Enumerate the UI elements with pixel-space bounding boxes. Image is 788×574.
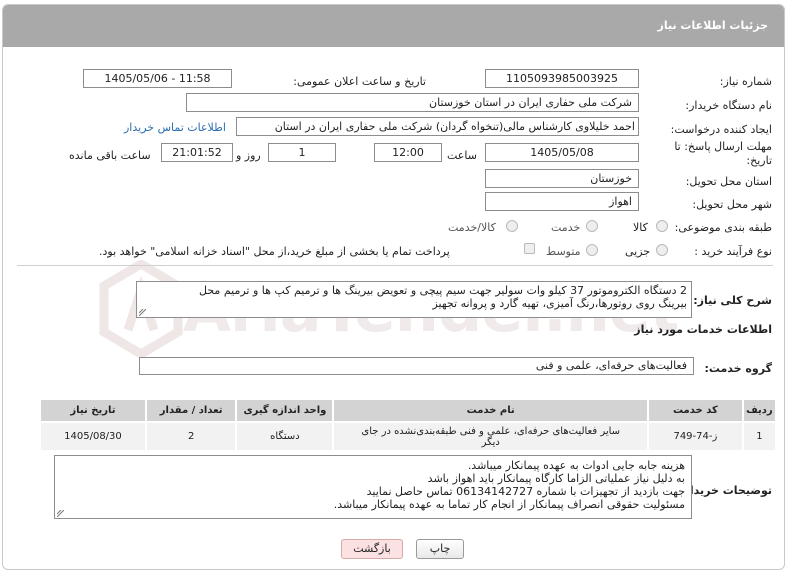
summary-textarea: 2 دستگاه الکتروموتور 37 کیلو وات سولیر ج… xyxy=(136,281,692,318)
city-label: شهر محل تحویل: xyxy=(692,198,772,211)
notes-line-2: به دلیل نیاز عملیاتی الزاما کارگاه پیمان… xyxy=(427,472,685,485)
days-label: روز و xyxy=(236,149,261,162)
process-option-minor: جزیی xyxy=(625,245,651,258)
summary-label: شرح کلی نیاز: xyxy=(693,294,772,307)
deadline-time-field: 12:00 xyxy=(374,143,442,162)
service-name-line-1: سایر فعالیت‌های حرفه‌ای، علمی و فنی طبقه… xyxy=(361,425,621,437)
process-option-medium: متوسط xyxy=(546,245,581,258)
buyer-contact-link[interactable]: اطلاعات تماس خریدار xyxy=(124,121,226,134)
announce-field: 1405/05/06 - 11:58 xyxy=(83,69,232,88)
city-field: اهواز xyxy=(485,192,639,211)
service-name-line-2: دیگر xyxy=(481,436,500,448)
remaining-label: ساعت باقی مانده xyxy=(69,149,151,162)
resize-grip-icon[interactable] xyxy=(139,309,146,316)
buyer-notes-label: توضیحات خریدار: xyxy=(679,484,772,497)
cell-unit: دستگاه xyxy=(235,421,335,452)
need-number-field: 1105093985003925 xyxy=(485,69,639,88)
creator-label: ایجاد کننده درخواست: xyxy=(670,123,772,136)
deadline-time-label: ساعت xyxy=(447,149,477,162)
treasury-payment-note: پرداخت تمام یا بخشی از مبلغ خرید،از محل … xyxy=(99,245,450,258)
cell-need-date: 1405/08/30 xyxy=(39,421,147,452)
cell-service-code: ز-74-749 xyxy=(646,421,744,452)
buyer-label: نام دستگاه خریدار: xyxy=(685,99,772,112)
province-field: خوزستان xyxy=(485,169,639,188)
services-section-title: اطلاعات خدمات مورد نیاز xyxy=(634,323,772,336)
announce-label: تاریخ و ساعت اعلان عمومی: xyxy=(293,75,426,88)
section-divider xyxy=(17,265,773,266)
category-radio-service[interactable] xyxy=(586,220,598,232)
cell-quantity: 2 xyxy=(144,421,238,452)
process-radio-medium[interactable] xyxy=(586,244,598,256)
category-option-goods-service: کالا/خدمت xyxy=(448,221,496,234)
category-radio-goods[interactable] xyxy=(656,220,668,232)
service-group-label: گروه خدمت: xyxy=(704,362,772,375)
remaining-days-field: 1 xyxy=(268,143,336,162)
service-group-field: فعالیت‌های حرفه‌ای، علمی و فنی xyxy=(139,357,694,375)
col-need-date: تاریخ نیاز xyxy=(39,398,147,423)
process-radio-minor[interactable] xyxy=(656,244,668,256)
print-button[interactable]: چاپ xyxy=(416,539,464,559)
remaining-time-field: 21:01:52 xyxy=(161,143,233,162)
col-service-name: نام خدمت xyxy=(332,398,649,423)
resize-grip-icon[interactable] xyxy=(57,510,64,517)
col-row: ردیف xyxy=(741,398,778,423)
notes-line-4: مسئولیت حقوقی انصراف پیمانکار از انجام ک… xyxy=(333,498,685,511)
buyer-notes-textarea: هزینه جابه جایی ادوات به عهده پیمانکار م… xyxy=(54,455,692,519)
panel-title: جزئیات اطلاعات نیاز xyxy=(657,19,769,32)
back-button[interactable]: بازگشت xyxy=(341,539,403,559)
cell-service-name: سایر فعالیت‌های حرفه‌ای، علمی و فنی طبقه… xyxy=(332,421,649,452)
category-option-goods: کالا xyxy=(633,221,648,234)
col-quantity: تعداد / مقدار xyxy=(144,398,238,423)
panel-header: جزئیات اطلاعات نیاز xyxy=(3,5,784,47)
deadline-label: مهلت ارسال پاسخ: تا تاریخ: xyxy=(672,140,772,168)
col-unit: واحد اندازه گیری xyxy=(235,398,335,423)
category-radio-goods-service[interactable] xyxy=(506,220,518,232)
table-row: 1405/08/30 2 دستگاه سایر فعالیت‌های حرفه… xyxy=(39,421,778,452)
summary-line-2: بیرینگ روی روتورها،رنگ آمیزی، تهیه گارد … xyxy=(432,297,687,310)
deadline-label-text: مهلت ارسال پاسخ: تا تاریخ: xyxy=(674,140,772,167)
notes-line-1: هزینه جابه جایی ادوات به عهده پیمانکار م… xyxy=(467,459,685,472)
cell-row-number: 1 xyxy=(741,421,778,452)
treasury-payment-checkbox[interactable] xyxy=(524,243,535,254)
province-label: استان محل تحویل: xyxy=(685,175,772,188)
need-details-panel: AriaTender.net جزئیات اطلاعات نیاز شماره… xyxy=(2,4,785,570)
creator-field: احمد خلیلاوی کارشناس مالی(تنخواه گردان) … xyxy=(236,117,639,136)
category-label: طبقه بندی موضوعی: xyxy=(674,221,772,234)
deadline-date-field: 1405/05/08 xyxy=(485,143,639,162)
summary-line-1: 2 دستگاه الکتروموتور 37 کیلو وات سولیر ج… xyxy=(199,284,687,297)
table-header-row: تاریخ نیاز تعداد / مقدار واحد اندازه گیر… xyxy=(39,398,778,423)
services-table: تاریخ نیاز تعداد / مقدار واحد اندازه گیر… xyxy=(39,398,778,452)
process-label: نوع فرآیند خرید : xyxy=(694,245,772,258)
category-option-service: خدمت xyxy=(551,221,581,234)
need-number-label: شماره نیاز: xyxy=(719,75,772,88)
buyer-field: شرکت ملی حفاری ایران در استان خوزستان xyxy=(186,93,639,112)
notes-line-3: جهت بازدید از تجهیزات با شماره 061341427… xyxy=(366,485,685,498)
col-service-code: کد خدمت xyxy=(646,398,744,423)
